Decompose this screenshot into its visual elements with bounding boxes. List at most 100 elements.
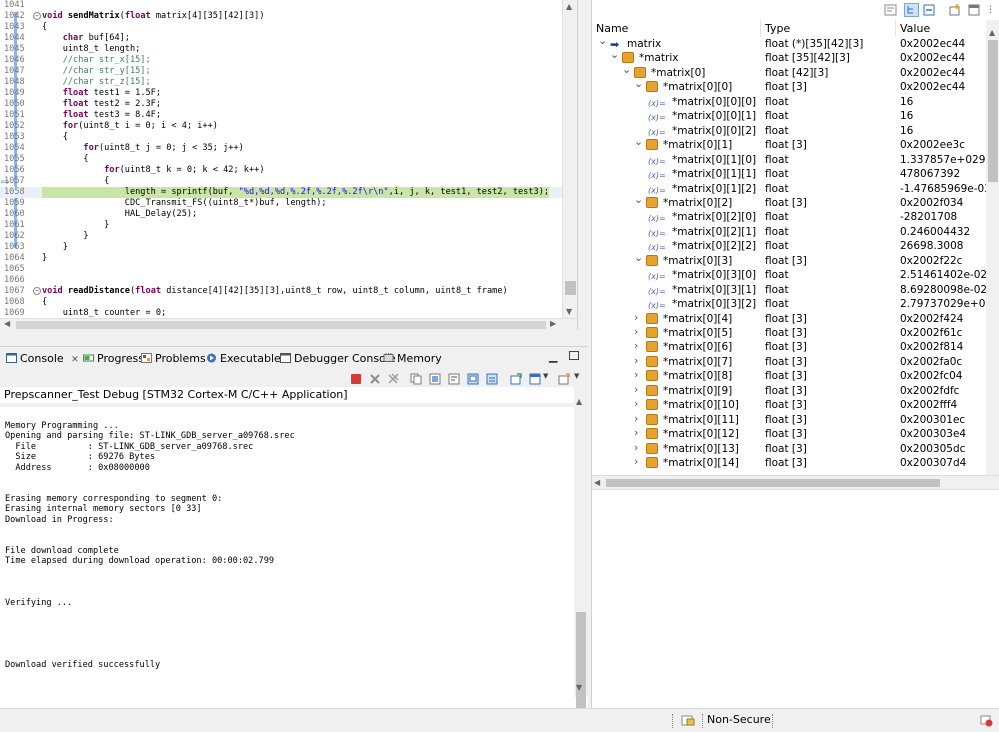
code-line[interactable]: 1060 HAL_Delay(25); — [0, 209, 562, 220]
notifications-icon[interactable] — [980, 715, 993, 727]
scroll-right-icon[interactable]: ▶ — [550, 319, 556, 328]
variable-value[interactable]: 0x2002fdfc — [900, 384, 986, 399]
scroll-up-icon[interactable]: ▲ — [576, 397, 582, 406]
variable-value[interactable]: 16 — [900, 124, 986, 139]
view-menu-icon[interactable] — [968, 4, 980, 16]
variable-row[interactable]: (x)= *matrix[0][3][1] float 8.69280098e-026 — [592, 283, 986, 298]
expand-toggle-icon[interactable]: › — [634, 384, 638, 398]
scroll-down-icon[interactable]: ▼ — [566, 307, 572, 316]
expand-toggle-icon[interactable]: › — [634, 442, 638, 456]
variable-row[interactable]: › *matrix[0][7] float [3] 0x2002fa0c — [592, 355, 986, 370]
expand-toggle-icon[interactable]: › — [634, 369, 638, 383]
tab-memory[interactable]: Memory — [383, 350, 442, 367]
variable-value[interactable]: -1.47685969e-030 — [900, 182, 986, 197]
variable-row[interactable]: (x)= *matrix[0][0][2] float 16 — [592, 124, 986, 139]
scroll-thumb[interactable] — [565, 281, 576, 295]
code-line[interactable]: 1045 uint8_t length; — [0, 44, 562, 55]
scroll-lock-icon[interactable] — [429, 373, 441, 385]
variable-row[interactable]: (x)= *matrix[0][1][0] float 1.337857e+029 — [592, 153, 986, 168]
variable-row[interactable]: (x)= *matrix[0][3][2] float 2.79737029e+029 — [592, 297, 986, 312]
variable-value[interactable]: 0.246004432 — [900, 225, 986, 240]
column-header-type[interactable]: Type — [761, 20, 896, 37]
code-line[interactable]: 1067 void readDistance(float distance[4][… — [0, 286, 562, 297]
variable-value[interactable]: 0x2002ee3c — [900, 138, 986, 153]
variable-row[interactable]: › *matrix[0][5] float [3] 0x2002f61c — [592, 326, 986, 341]
tab-console[interactable]: Console ✕ — [6, 350, 79, 367]
variable-value[interactable]: 0x2002ec44 — [900, 37, 986, 52]
minimize-icon[interactable]: ▁ — [549, 350, 557, 363]
variable-value[interactable]: 0x2002f034 — [900, 196, 986, 211]
variable-row[interactable]: › *matrix[0][12] float [3] 0x200303e4 — [592, 427, 986, 442]
code-line[interactable]: 1055 { — [0, 154, 562, 165]
tab-problems[interactable]: Problems — [141, 350, 206, 367]
variable-value[interactable]: 0x2002f424 — [900, 312, 986, 327]
code-line[interactable]: 1058 length = sprintf(buf, "%d,%d,%d,%.2… — [0, 187, 562, 198]
collapse-all-icon[interactable] — [923, 4, 935, 16]
code-line[interactable]: 1056 for(uint8_t k = 0; k < 42; k++) — [0, 165, 562, 176]
expand-toggle-icon[interactable]: › — [634, 312, 638, 326]
variable-row[interactable]: › *matrix[0][11] float [3] 0x200301ec — [592, 413, 986, 428]
code-line[interactable]: 1063 } — [0, 242, 562, 253]
variables-horizontal-scrollbar[interactable]: ◀ — [592, 475, 999, 489]
expand-toggle-icon[interactable]: › — [634, 456, 638, 470]
variable-row[interactable]: › *matrix[0][13] float [3] 0x200305dc — [592, 442, 986, 457]
variable-value[interactable]: 16 — [900, 109, 986, 124]
expand-toggle-icon[interactable]: › — [634, 413, 638, 427]
scroll-left-icon[interactable]: ◀ — [594, 478, 600, 487]
code-line[interactable]: 1062 } — [0, 231, 562, 242]
variable-value[interactable]: 2.79737029e+029 — [900, 297, 986, 312]
scroll-thumb[interactable] — [606, 479, 940, 487]
variable-row[interactable]: › *matrix[0][8] float [3] 0x2002fc04 — [592, 369, 986, 384]
variable-value[interactable]: 0x2002fff4 — [900, 398, 986, 413]
collapse-toggle-icon[interactable]: ⌄ — [610, 51, 619, 63]
variables-vertical-scrollbar[interactable]: ▲ — [986, 20, 999, 475]
code-editor[interactable]: ⇨ 1041 1042 void sendMatrix(float matrix[4… — [0, 0, 578, 330]
pin-console-icon[interactable] — [467, 373, 479, 385]
variable-value[interactable]: 0x2002f22c — [900, 254, 986, 269]
console-output[interactable]: Memory Programming ... Opening and parsin… — [0, 407, 574, 695]
variable-row[interactable]: › *matrix[0][4] float [3] 0x2002f424 — [592, 312, 986, 327]
variable-value[interactable]: 0x2002ec44 — [900, 51, 986, 66]
more-options-icon[interactable]: ⋮ — [986, 5, 995, 15]
code-line[interactable]: 1064} — [0, 253, 562, 264]
variable-value[interactable]: 0x2002f61c — [900, 326, 986, 341]
dropdown-arrow-icon[interactable]: ▼ — [574, 372, 579, 380]
variable-value[interactable]: 16 — [900, 95, 986, 110]
show-console-icon[interactable] — [486, 373, 498, 385]
variable-row[interactable]: ⌄ *matrix[0][2] float [3] 0x2002f034 — [592, 196, 986, 211]
expand-toggle-icon[interactable]: › — [634, 326, 638, 340]
code-line[interactable]: 1041 — [0, 0, 562, 11]
scroll-left-icon[interactable]: ◀ — [4, 319, 10, 328]
variable-row[interactable]: › *matrix[0][6] float [3] 0x2002f814 — [592, 340, 986, 355]
code-line[interactable]: 1050 float test2 = 2.3F; — [0, 99, 562, 110]
collapse-toggle-icon[interactable]: ⌄ — [634, 196, 643, 208]
code-line[interactable]: 1049 float test1 = 1.5F; — [0, 88, 562, 99]
word-wrap-icon[interactable] — [448, 373, 460, 385]
code-line[interactable]: 1053 { — [0, 132, 562, 143]
editor-horizontal-scrollbar[interactable]: ◀ ▶ — [0, 318, 577, 330]
code-line[interactable]: 1068 { — [0, 297, 562, 308]
variable-row[interactable]: ⌄ *matrix[0][3] float [3] 0x2002f22c — [592, 254, 986, 269]
variable-row[interactable]: (x)= *matrix[0][0][1] float 16 — [592, 109, 986, 124]
variable-value[interactable]: 0x200301ec — [900, 413, 986, 428]
variable-value[interactable]: 0x2002ec44 — [900, 80, 986, 95]
editor-vertical-scrollbar[interactable]: ▲ ▼ — [562, 0, 577, 318]
variable-row[interactable]: › *matrix[0][14] float [3] 0x200307d4 — [592, 456, 986, 471]
scroll-up-icon[interactable]: ▲ — [566, 2, 572, 11]
code-line[interactable]: 1054 for(uint8_t j = 0; j < 35; j++) — [0, 143, 562, 154]
show-type-names-icon[interactable] — [884, 4, 897, 16]
code-line[interactable]: 1046 //char str_x[15]; — [0, 55, 562, 66]
fold-toggle-icon[interactable]: − — [33, 12, 41, 20]
variable-value[interactable]: 2.51461402e-028 — [900, 268, 986, 283]
variable-row[interactable]: › *matrix[0][10] float [3] 0x2002fff4 — [592, 398, 986, 413]
scroll-thumb[interactable] — [988, 40, 998, 182]
variable-row[interactable]: (x)= *matrix[0][2][1] float 0.246004432 — [592, 225, 986, 240]
variable-detail-pane[interactable] — [592, 489, 999, 708]
open-console-icon[interactable] — [510, 373, 522, 385]
remove-all-icon[interactable] — [387, 373, 399, 385]
variable-row[interactable]: ⌄ *matrix[0][0] float [3] 0x2002ec44 — [592, 80, 986, 95]
collapse-toggle-icon[interactable]: ⌄ — [598, 37, 607, 49]
code-line[interactable]: 1065 — [0, 264, 562, 275]
code-line[interactable]: 1066 — [0, 275, 562, 286]
variable-row[interactable]: (x)= *matrix[0][2][0] float -28201708 — [592, 210, 986, 225]
